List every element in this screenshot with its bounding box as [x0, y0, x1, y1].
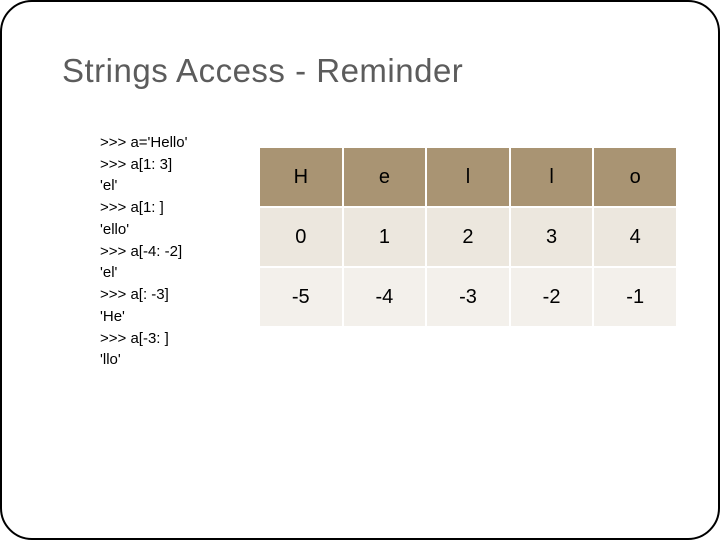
code-line: 'ello'	[100, 221, 129, 238]
code-line: >>> a[: -3]	[100, 286, 169, 303]
code-line: >>> a[-3: ]	[100, 330, 169, 347]
code-line: >>> a[1: 3]	[100, 156, 172, 173]
code-line: 'llo'	[100, 351, 121, 368]
index-cell: 1	[343, 207, 427, 267]
table-row-characters: H e l l o	[259, 147, 677, 207]
index-cell: 0	[259, 207, 343, 267]
content-area: >>> a='Hello' >>> a[1: 3] 'el' >>> a[1: …	[100, 110, 678, 371]
code-line: >>> a[-4: -2]	[100, 243, 182, 260]
index-cell: -1	[593, 267, 677, 327]
code-line: 'el'	[100, 264, 117, 281]
table-row-negative-index: -5 -4 -3 -2 -1	[259, 267, 677, 327]
index-cell: -5	[259, 267, 343, 327]
char-cell: H	[259, 147, 343, 207]
index-table-wrap: H e l l o 0 1 2 3 4 -5 -4 -3 -2	[258, 146, 678, 328]
code-line: >>> a[1: ]	[100, 199, 164, 216]
table-row-positive-index: 0 1 2 3 4	[259, 207, 677, 267]
char-cell: l	[510, 147, 594, 207]
index-cell: 2	[426, 207, 510, 267]
index-cell: -3	[426, 267, 510, 327]
index-cell: -2	[510, 267, 594, 327]
code-line: 'el'	[100, 177, 117, 194]
char-cell: l	[426, 147, 510, 207]
code-block: >>> a='Hello' >>> a[1: 3] 'el' >>> a[1: …	[100, 110, 230, 371]
code-line: >>> a='Hello'	[100, 134, 187, 151]
index-cell: 3	[510, 207, 594, 267]
char-cell: e	[343, 147, 427, 207]
code-line: 'He'	[100, 308, 125, 325]
char-cell: o	[593, 147, 677, 207]
slide-frame: Strings Access - Reminder >>> a='Hello' …	[0, 0, 720, 540]
index-cell: -4	[343, 267, 427, 327]
index-table: H e l l o 0 1 2 3 4 -5 -4 -3 -2	[258, 146, 678, 328]
index-cell: 4	[593, 207, 677, 267]
slide-title: Strings Access - Reminder	[62, 52, 678, 90]
